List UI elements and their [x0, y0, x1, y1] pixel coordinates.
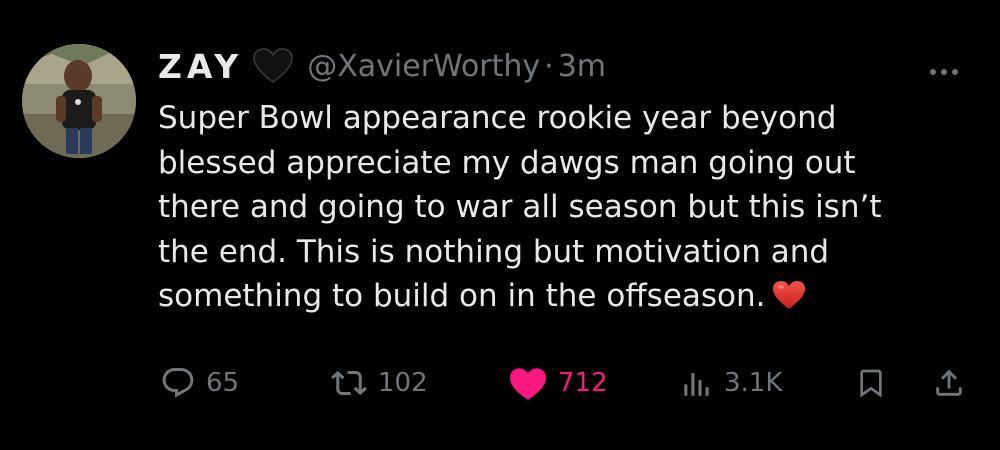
user-handle[interactable]: @XavierWorthy: [307, 49, 540, 84]
views-button[interactable]: 3.1K: [680, 360, 782, 406]
view-count: 3.1K: [724, 368, 783, 398]
tweet-text: Super Bowl appearance rookie year beyond…: [158, 96, 938, 319]
separator-dot: ·: [544, 48, 554, 84]
reply-icon: [162, 368, 194, 398]
bookmark-button[interactable]: [855, 360, 887, 406]
action-bar: 65 102 712 3.1K: [0, 360, 1000, 406]
more-options-icon[interactable]: [930, 60, 970, 75]
display-name[interactable]: ZAY: [158, 47, 243, 86]
black-heart-icon: [253, 48, 293, 84]
tweet-header: ZAY @XavierWorthy · 3m: [158, 44, 606, 88]
repost-button[interactable]: 102: [330, 360, 428, 406]
like-button[interactable]: 712: [508, 360, 608, 406]
repost-icon: [331, 370, 367, 396]
tweet-text-line: something to build on in the offseason.: [158, 278, 766, 314]
reply-button[interactable]: 65: [160, 360, 239, 406]
red-heart-icon: [772, 280, 806, 310]
tweet-text-line: the end. This is nothing but motivation …: [158, 233, 830, 270]
avatar[interactable]: [22, 44, 136, 158]
repost-count: 102: [378, 368, 428, 398]
like-count: 712: [558, 368, 608, 398]
bookmark-icon: [860, 369, 882, 398]
tweet-text-line: there and going to war all season but th…: [158, 189, 882, 225]
analytics-icon: [684, 373, 709, 396]
tweet: ZAY @XavierWorthy · 3m Super Bowl appear…: [0, 0, 1000, 450]
tweet-text-line-last: something to build on in the offseason.: [158, 274, 938, 319]
tweet-text-line: Super Bowl appearance rookie year beyond: [158, 100, 837, 136]
timestamp[interactable]: 3m: [558, 49, 606, 84]
heart-icon: [510, 368, 546, 400]
share-icon: [936, 369, 962, 396]
share-button[interactable]: [932, 360, 966, 406]
reply-count: 65: [206, 368, 240, 398]
tweet-text-line: blessed appreciate my dawgs man going ou…: [158, 144, 856, 181]
